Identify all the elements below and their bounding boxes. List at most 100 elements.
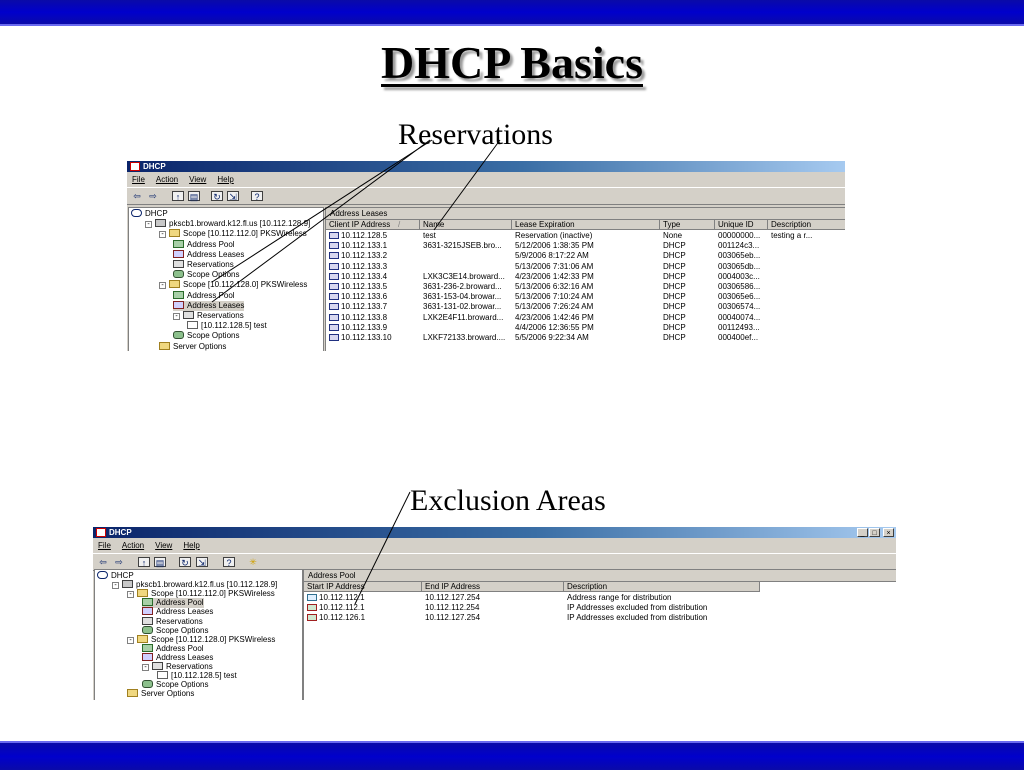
cell-text: 00000000... — [718, 231, 761, 240]
menu-file[interactable]: File — [98, 539, 111, 552]
export-icon[interactable]: ⇲ — [227, 191, 239, 202]
lease-ip-cell[interactable]: 10.112.133.9 — [326, 323, 420, 333]
tree-item-label: Address Pool — [156, 643, 204, 653]
cell-text: 003065db... — [718, 261, 761, 271]
column-name[interactable]: Name — [420, 220, 512, 230]
help-icon[interactable]: ? — [223, 557, 235, 568]
pool-start-cell[interactable]: 10.112.126.1 — [304, 613, 422, 623]
refresh-icon[interactable]: ↻ — [211, 191, 223, 202]
menu-view[interactable]: View — [155, 539, 172, 552]
lease-ip-cell[interactable]: 10.112.133.4 — [326, 272, 420, 282]
tree-item[interactable]: - Scope [10.112.112.0] PKSWireless — [159, 229, 307, 239]
cell-text: 10.112.133.6 — [341, 292, 388, 302]
collapse-toggle-icon[interactable]: - — [159, 231, 166, 239]
tree-item-label: Scope [10.112.128.0] PKSWireless — [151, 634, 276, 644]
computer-icon — [329, 293, 339, 301]
window-title: DHCP — [143, 162, 166, 171]
help-icon[interactable]: ? — [251, 191, 263, 202]
tree-item[interactable]: Scope Options — [173, 331, 239, 341]
column-type[interactable]: Type — [660, 220, 715, 230]
collapse-toggle-icon[interactable]: - — [127, 591, 134, 599]
forward-arrow-icon[interactable]: ⇨ — [147, 191, 159, 201]
lease-ip-cell[interactable]: 10.112.133.1 — [326, 241, 420, 251]
export-icon[interactable]: ⇲ — [196, 557, 208, 568]
menu-view[interactable]: View — [189, 173, 206, 186]
lease-ip-cell[interactable]: 10.112.133.3 — [326, 262, 420, 272]
close-button[interactable]: × — [883, 528, 894, 537]
collapse-toggle-icon[interactable]: - — [142, 664, 149, 671]
restore-button[interactable]: □ — [869, 528, 880, 537]
subtitle-reservations: Reservations — [398, 118, 553, 151]
lease-ip-cell[interactable]: 10.112.133.7 — [326, 302, 420, 312]
dhcp-window-leases: DHCP File Action View Help ⇦ ⇨ ↑ ▤ ↻ ⇲ ? DH… — [127, 161, 845, 351]
column-unique-id[interactable]: Unique ID — [715, 220, 768, 230]
lease-cell — [768, 282, 845, 292]
sort-indicator: / — [398, 220, 401, 229]
menu-file[interactable]: File — [132, 173, 145, 186]
pool-start-cell[interactable]: 10.112.112.1 — [304, 593, 422, 603]
menu-help[interactable]: Help — [217, 173, 233, 186]
column-description[interactable]: Description — [564, 582, 760, 592]
tree-item-label: Address Leases — [187, 249, 245, 259]
cell-text: 001124c3... — [718, 241, 760, 251]
tree-item[interactable]: Reservations — [173, 260, 234, 270]
cell-text: 003065eb... — [718, 251, 761, 261]
collapse-toggle-icon[interactable]: - — [145, 221, 152, 229]
tree-item[interactable]: DHCP — [131, 209, 168, 219]
collapse-toggle-icon[interactable]: - — [159, 282, 166, 290]
column-description[interactable]: Description — [768, 220, 845, 230]
tree-item[interactable]: Address Leases — [173, 300, 245, 311]
minimize-button[interactable]: _ — [857, 528, 868, 537]
tree-item-label: Scope Options — [156, 680, 209, 690]
cell-text: 00040074... — [718, 312, 761, 322]
tree-item[interactable]: Server Options — [159, 341, 226, 351]
collapse-toggle-icon[interactable]: - — [127, 636, 134, 644]
lease-cell: 3631-3215JSEB.bro... — [420, 241, 512, 251]
tree-item[interactable]: - pkscb1.broward.k12.fl.us [10.112.128.9] — [145, 219, 310, 229]
tree-item[interactable]: - Scope [10.112.128.0] PKSWireless — [159, 280, 307, 290]
lease-ip-cell[interactable]: 10.112.128.5 — [326, 231, 420, 241]
tree-item[interactable]: Server Options — [127, 689, 194, 699]
tree-item[interactable]: - Reservations — [173, 311, 244, 321]
lease-cell: DHCP — [660, 292, 715, 302]
tree-item[interactable]: Address Pool — [173, 290, 235, 301]
lease-ip-cell[interactable]: 10.112.133.2 — [326, 251, 420, 261]
lease-ip-cell[interactable]: 10.112.133.6 — [326, 292, 420, 302]
column-lease-expiration[interactable]: Lease Expiration — [512, 220, 660, 230]
tree-item[interactable]: [10.112.128.5] test — [187, 321, 267, 331]
lease-ip-cell[interactable]: 10.112.133.8 — [326, 313, 420, 323]
menu-help[interactable]: Help — [183, 539, 199, 552]
menu-action[interactable]: Action — [156, 173, 178, 186]
up-folder-icon[interactable]: ↑ — [172, 191, 184, 202]
address-leases-icon — [142, 652, 153, 661]
menu-action[interactable]: Action — [122, 539, 144, 552]
column-start-ip[interactable]: Start IP Address — [304, 582, 422, 592]
collapse-toggle-icon[interactable]: - — [173, 313, 180, 320]
lease-ip-cell[interactable]: 10.112.133.5 — [326, 282, 420, 292]
pool-start-cell[interactable]: 10.112.112.1 — [304, 603, 422, 613]
new-star-icon[interactable]: ✳ — [247, 557, 259, 567]
column-end-ip[interactable]: End IP Address — [422, 582, 564, 592]
forward-arrow-icon[interactable]: ⇨ — [113, 557, 125, 567]
tree-item[interactable]: Address Pool — [173, 239, 235, 250]
collapse-toggle-icon[interactable]: - — [112, 582, 119, 590]
tree-item-label: Reservations — [187, 260, 234, 269]
console-tree: DHCP - pkscb1.broward.k12.fl.us [10.112.12… — [94, 569, 303, 700]
lease-cell: 5/12/2006 1:38:35 PM — [512, 241, 660, 251]
refresh-icon[interactable]: ↻ — [179, 557, 191, 568]
tree-item-label: Scope [10.112.112.0] PKSWireless — [151, 589, 275, 599]
up-folder-icon[interactable]: ↑ — [138, 557, 150, 568]
back-arrow-icon[interactable]: ⇦ — [131, 191, 143, 201]
column-client-ip[interactable]: Client IP Address / — [326, 220, 420, 230]
lease-cell — [420, 251, 512, 261]
show-tree-icon[interactable]: ▤ — [154, 557, 166, 568]
lease-ip-cell[interactable]: 10.112.133.10 — [326, 333, 420, 343]
back-arrow-icon[interactable]: ⇦ — [97, 557, 109, 567]
lease-cell — [768, 262, 845, 272]
computer-icon — [329, 283, 339, 290]
tree-item[interactable]: Address Leases — [173, 249, 245, 260]
tree-item[interactable]: Scope Options — [173, 270, 239, 280]
exclusion-range-icon — [307, 614, 317, 621]
computer-icon — [329, 262, 339, 270]
show-tree-icon[interactable]: ▤ — [188, 191, 200, 202]
